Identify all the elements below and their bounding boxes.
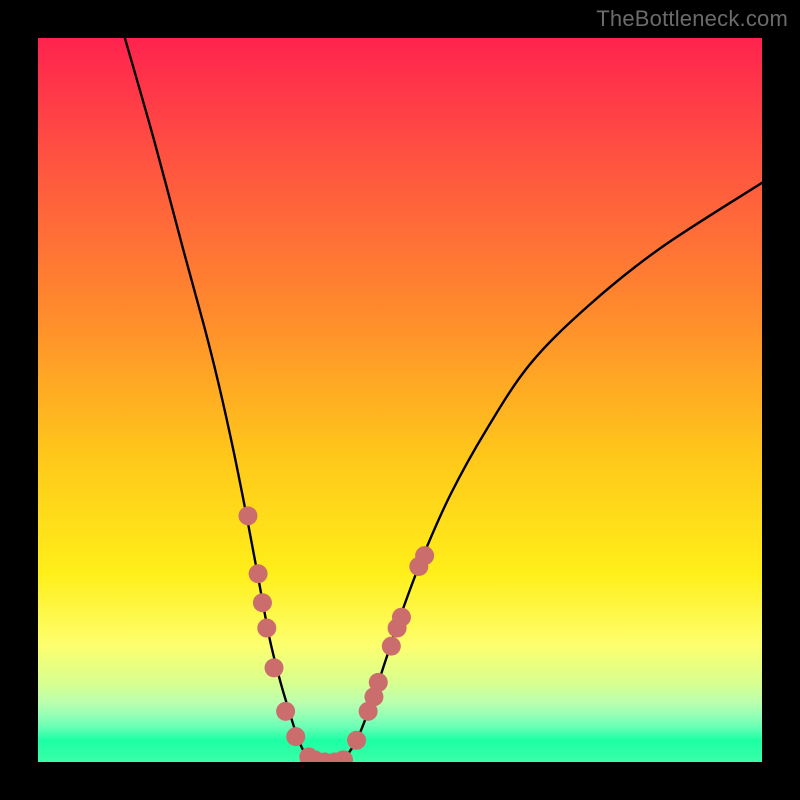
curve-svg	[38, 38, 762, 762]
highlight-dot	[253, 593, 272, 612]
highlight-dot	[369, 673, 388, 692]
highlight-dot	[276, 702, 295, 721]
plot-area	[38, 38, 762, 762]
highlight-dot	[415, 546, 434, 565]
chart-frame: TheBottleneck.com	[0, 0, 800, 800]
highlight-dot	[347, 731, 366, 750]
highlight-dots	[238, 506, 434, 762]
curve-left-line	[125, 38, 313, 762]
highlight-dot	[249, 564, 268, 583]
highlight-dot	[238, 506, 257, 525]
curve-right-line	[342, 183, 762, 762]
highlight-dot	[392, 608, 411, 627]
highlight-dot	[257, 619, 276, 638]
watermark-text: TheBottleneck.com	[596, 6, 788, 32]
highlight-dot	[265, 658, 284, 677]
highlight-dot	[286, 727, 305, 746]
highlight-dot	[382, 637, 401, 656]
